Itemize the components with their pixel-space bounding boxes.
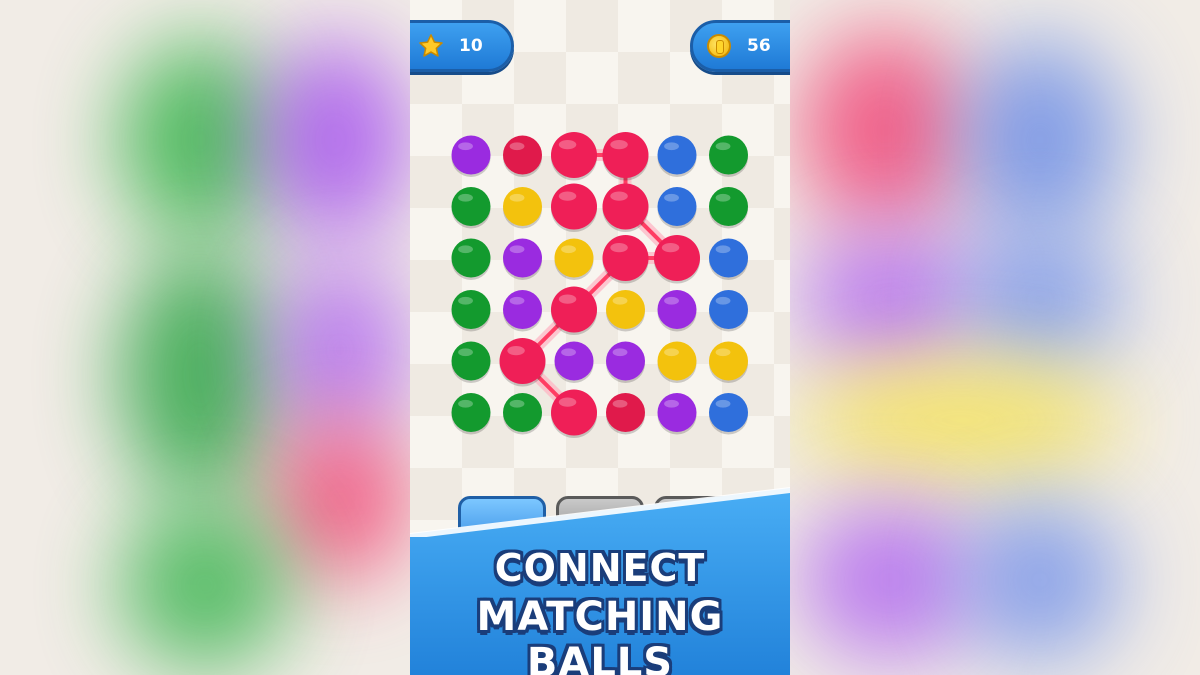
blur-blob (960, 230, 1120, 370)
ball-purple[interactable] (451, 135, 491, 178)
ball-green[interactable] (451, 238, 491, 281)
connection-links (516, 149, 683, 419)
ball-green[interactable] (709, 187, 748, 229)
ball-green[interactable] (451, 187, 491, 229)
ball-pink[interactable] (499, 338, 546, 387)
ball-yellow[interactable] (606, 290, 645, 332)
blur-blob (960, 500, 1120, 660)
ball-purple[interactable] (657, 393, 697, 435)
ball-yellow[interactable] (709, 341, 748, 384)
ball-purple[interactable] (657, 290, 697, 332)
blur-blob (120, 500, 290, 670)
ball-pink[interactable] (602, 132, 649, 181)
ball-green[interactable] (451, 290, 491, 332)
headline-line-1: CONNECT (494, 546, 706, 590)
ball-purple[interactable] (503, 238, 542, 281)
blur-blob (120, 40, 280, 240)
ball-green[interactable] (451, 393, 491, 435)
ball-pink[interactable] (551, 389, 597, 439)
blur-blob (270, 420, 410, 580)
blur-blob (960, 40, 1120, 240)
ball-pink[interactable] (602, 183, 649, 233)
ball-pink[interactable] (654, 235, 700, 284)
ball-blue[interactable] (709, 238, 748, 281)
blur-blob (800, 230, 980, 370)
ball-green[interactable] (709, 135, 748, 178)
ball-red[interactable] (503, 135, 542, 178)
blur-blob (800, 360, 1120, 480)
ball-purple[interactable] (606, 341, 645, 384)
game-screen: 10 56 CONNECT MATCHING BALLS (410, 0, 790, 675)
ball-purple[interactable] (554, 341, 594, 384)
ball-blue[interactable] (709, 290, 748, 332)
ball-yellow[interactable] (657, 341, 697, 384)
ball-blue[interactable] (657, 135, 697, 178)
ball-yellow[interactable] (554, 238, 594, 281)
ball-pink[interactable] (551, 286, 597, 336)
ball-green[interactable] (503, 393, 542, 435)
ball-pink[interactable] (551, 132, 597, 181)
ball-blue[interactable] (657, 187, 697, 229)
headline-line-2: MATCHING BALLS (476, 594, 724, 675)
blur-blob (800, 500, 980, 660)
ball-green[interactable] (451, 341, 491, 384)
blur-blob (800, 30, 970, 230)
ball-purple[interactable] (503, 290, 542, 332)
ball-blue[interactable] (709, 393, 748, 435)
ball-red[interactable] (606, 393, 645, 435)
ball-yellow[interactable] (503, 187, 542, 229)
ball-pink[interactable] (551, 183, 597, 233)
blur-blob (120, 250, 280, 500)
blur-blob (260, 40, 410, 240)
ball-pink[interactable] (602, 235, 649, 284)
blur-blob (270, 260, 410, 440)
